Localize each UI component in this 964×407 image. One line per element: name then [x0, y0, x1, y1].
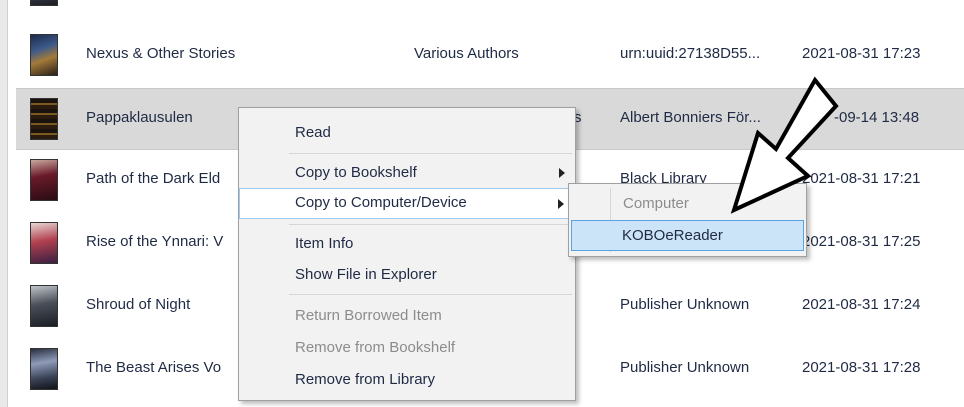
menu-item-label: Remove from Library	[295, 371, 436, 388]
chevron-right-icon	[559, 168, 565, 178]
menu-item-remove-from-bookshelf: Remove from Bookshelf	[239, 333, 575, 364]
menu-item-read[interactable]: Read	[239, 118, 575, 149]
book-cover-thumbnail	[30, 285, 58, 327]
book-cover-thumbnail	[30, 348, 58, 390]
menu-item-copy-to-bookshelf[interactable]: Copy to Bookshelf	[239, 158, 575, 189]
publisher-cell: Publisher Unknown	[620, 359, 750, 376]
title-cell: Shroud of Night	[86, 296, 191, 313]
title-cell: Rise of the Ynnari: V	[86, 233, 224, 250]
publisher-cell: Publisher Unknown	[620, 296, 750, 313]
title-cell: Path of the Dark Eld	[86, 170, 221, 187]
menu-item-label: Read	[295, 124, 331, 141]
author-cell: Various Authors	[414, 45, 519, 62]
menu-item-label: Item Info	[295, 235, 354, 252]
menu-item-label: Copy to Computer/Device	[295, 194, 467, 211]
date-cell: 2021-08-31 17:25	[802, 233, 921, 250]
date-cell: 2021-08-31 17:23	[802, 45, 921, 62]
title-cell: The Beast Arises Vo	[86, 359, 222, 376]
menu-item-item-info[interactable]: Item Info	[239, 229, 575, 260]
title-cell: Pappaklausulen	[86, 109, 193, 126]
menu-item-label: Remove from Bookshelf	[295, 339, 456, 356]
menu-separator	[289, 224, 572, 225]
menu-separator	[289, 294, 572, 295]
title-cell: Nexus & Other Stories	[86, 45, 236, 62]
table-row[interactable]	[16, 0, 964, 17]
book-cover-thumbnail	[30, 98, 58, 140]
menu-item-label: Copy to Bookshelf	[295, 164, 417, 181]
chevron-right-icon	[558, 199, 564, 209]
menu-item-copy-to-computer-device[interactable]: Copy to Computer/Device	[239, 188, 575, 219]
menu-separator	[289, 153, 572, 154]
menu-item-return-borrowed-item: Return Borrowed Item	[239, 301, 575, 332]
menu-item-label: Return Borrowed Item	[295, 307, 442, 324]
menu-item-label: Show File in Explorer	[295, 266, 437, 283]
submenu-item-label: KOBOeReader	[622, 227, 723, 244]
window-left-edge	[0, 0, 8, 407]
menu-item-remove-from-library[interactable]: Remove from Library	[239, 365, 575, 396]
date-cell: 2021-08-31 17:28	[802, 359, 921, 376]
book-cover-thumbnail	[30, 222, 58, 264]
context-menu: Read Copy to Bookshelf Copy to Computer/…	[238, 107, 576, 401]
book-cover-thumbnail	[30, 159, 58, 201]
submenu-item-label: Computer	[623, 195, 689, 212]
annotation-arrow-icon	[730, 76, 839, 214]
publisher-cell: urn:uuid:27138D55...	[620, 45, 761, 62]
menu-item-show-file-in-explorer[interactable]: Show File in Explorer	[239, 260, 575, 291]
book-cover-thumbnail	[30, 34, 58, 76]
date-cell: 2021-08-31 17:24	[802, 296, 921, 313]
book-cover-thumbnail	[30, 0, 58, 6]
